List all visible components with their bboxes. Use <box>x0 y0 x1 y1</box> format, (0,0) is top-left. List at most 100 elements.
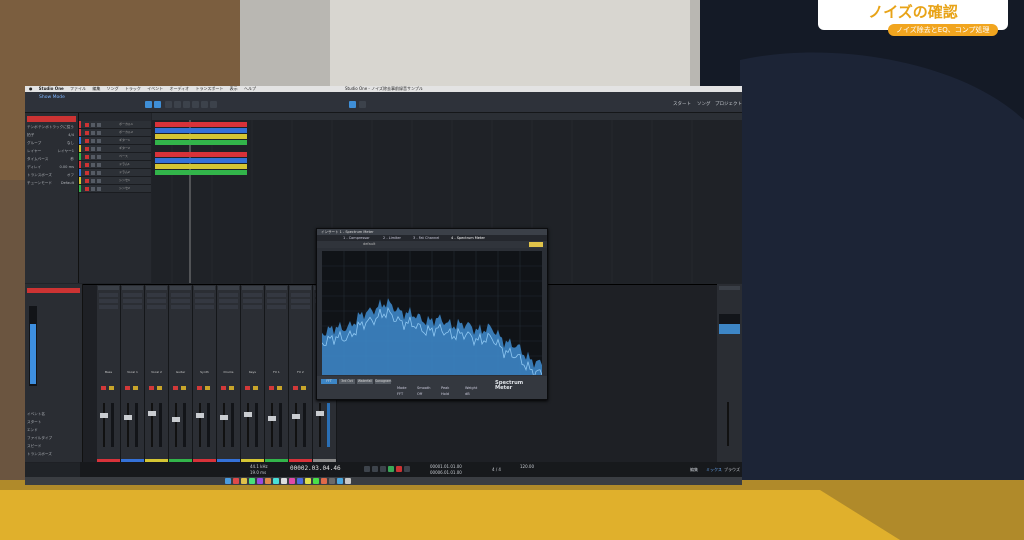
track-header[interactable]: ギター2 <box>79 145 151 153</box>
track-header[interactable]: ドラム1 <box>79 161 151 169</box>
mixer-channel[interactable]: Bass <box>97 285 121 463</box>
audio-clip[interactable] <box>155 140 247 145</box>
inspector-row[interactable]: グループ なし <box>27 141 76 148</box>
mixer-channel[interactable]: Keys <box>241 285 265 463</box>
control-value[interactable]: FFT <box>397 392 403 396</box>
control-value[interactable]: Off <box>417 392 422 396</box>
spectrum-meter-window[interactable]: インサート 1 - Spectrum Meter 1 - Compressor … <box>316 228 548 400</box>
mixer-channel[interactable]: Drums <box>217 285 241 463</box>
channel-header[interactable] <box>27 288 80 293</box>
inspector-row[interactable]: ディレイ 0.00 ms <box>27 165 76 172</box>
mix-tab[interactable]: ミックス <box>706 467 722 473</box>
menu-help[interactable]: ヘルプ <box>244 86 256 91</box>
arrow-tool-icon[interactable] <box>145 101 152 108</box>
inspector-row[interactable]: テンポ テンポトラックに従う <box>27 125 76 132</box>
start-page-tab[interactable]: スタート <box>673 101 691 107</box>
dock-app-icon[interactable] <box>305 478 311 484</box>
play-button[interactable] <box>388 466 394 472</box>
track-header[interactable]: ボーカル2 <box>79 129 151 137</box>
song-page-tab[interactable]: ソング <box>697 101 711 107</box>
preset-indicator[interactable] <box>529 242 543 247</box>
listen-tool-icon[interactable] <box>210 101 217 108</box>
menu-song[interactable]: ソング <box>107 86 119 91</box>
track-header[interactable]: シンセ2 <box>79 185 151 193</box>
mixer-channel[interactable]: Synth <box>193 285 217 463</box>
third-octave-button[interactable]: 3rd Oct <box>339 379 355 384</box>
rewind-button[interactable] <box>364 466 370 472</box>
preset-name[interactable]: default <box>363 241 375 248</box>
track-header[interactable]: ドラム2 <box>79 169 151 177</box>
snap-toggle-icon[interactable] <box>349 101 356 108</box>
audio-clip[interactable] <box>155 170 247 175</box>
menu-file[interactable]: ファイル <box>70 86 86 91</box>
inspector-row[interactable]: チューンモード Default <box>27 181 76 188</box>
dock-app-icon[interactable] <box>273 478 279 484</box>
record-button[interactable] <box>396 466 402 472</box>
eraser-tool-icon[interactable] <box>174 101 181 108</box>
audio-clip[interactable] <box>155 158 247 163</box>
inspector-row[interactable]: タイムベース秒 <box>27 157 76 164</box>
mixer-channel[interactable]: FX 1 <box>265 285 289 463</box>
inspector-row[interactable]: レイヤー レイヤー1 <box>27 149 76 156</box>
split-tool-icon[interactable] <box>165 101 172 108</box>
timeline-ruler[interactable] <box>152 113 742 120</box>
control-value[interactable]: dB <box>465 392 470 396</box>
dock-app-icon[interactable] <box>225 478 231 484</box>
dock-app-icon[interactable] <box>281 478 287 484</box>
dock-app-icon[interactable] <box>321 478 327 484</box>
apple-icon[interactable]: ● <box>29 86 33 91</box>
mixer-channel[interactable]: Vocal 2 <box>145 285 169 463</box>
track-header[interactable]: ベース <box>79 153 151 161</box>
track-header[interactable]: ギター1 <box>79 137 151 145</box>
menu-audio[interactable]: オーディオ <box>169 86 189 91</box>
track-header[interactable]: ボーカル1 <box>79 121 151 129</box>
dock-app-icon[interactable] <box>233 478 239 484</box>
control-value[interactable]: Hold <box>441 392 449 396</box>
menu-transport[interactable]: トランスポート <box>195 86 223 91</box>
loop-button[interactable] <box>404 466 410 472</box>
dock-app-icon[interactable] <box>337 478 343 484</box>
dock-app-icon[interactable] <box>329 478 335 484</box>
dock-app-icon[interactable] <box>241 478 247 484</box>
dock-app-icon[interactable] <box>297 478 303 484</box>
audio-clip[interactable] <box>155 152 247 157</box>
audio-clip[interactable] <box>155 164 247 169</box>
audio-clip[interactable] <box>155 122 247 127</box>
edit-tab[interactable]: 編集 <box>690 467 698 473</box>
menu-view[interactable]: 表示 <box>230 86 238 91</box>
menu-track[interactable]: トラック <box>125 86 141 91</box>
bend-tool-icon[interactable] <box>201 101 208 108</box>
inspector-row[interactable]: トランスポーズ オフ <box>27 173 76 180</box>
tempo[interactable]: 120.00 <box>520 464 534 469</box>
dock-app-icon[interactable] <box>257 478 263 484</box>
dock-app-icon[interactable] <box>313 478 319 484</box>
audio-clip[interactable] <box>155 128 247 133</box>
paint-tool-icon[interactable] <box>183 101 190 108</box>
fft-button[interactable]: FFT <box>321 379 337 384</box>
menu-edit[interactable]: 編集 <box>92 86 100 91</box>
mute-tool-icon[interactable] <box>192 101 199 108</box>
browse-tab[interactable]: ブラウズ <box>724 467 740 473</box>
project-page-tab[interactable]: プロジェクト <box>715 101 742 107</box>
menu-app[interactable]: Studio One <box>39 86 64 91</box>
audio-clip[interactable] <box>155 134 247 139</box>
mixer-channel[interactable]: FX 2 <box>289 285 313 463</box>
mixer-channel[interactable]: Vocal 1 <box>121 285 145 463</box>
dock-app-icon[interactable] <box>345 478 351 484</box>
time-signature[interactable]: 4 / 4 <box>492 467 501 472</box>
track-header[interactable]: シンセ1 <box>79 177 151 185</box>
inspector-row[interactable]: 拍子 4/4 <box>27 133 76 140</box>
dock-app-icon[interactable] <box>265 478 271 484</box>
sonogram-button[interactable]: Sonogram <box>375 379 391 384</box>
inspector-header[interactable] <box>27 116 76 122</box>
menu-event[interactable]: イベント <box>147 86 163 91</box>
waterfall-button[interactable]: Waterfall <box>357 379 373 384</box>
show-mode-label[interactable]: Show Mode <box>39 95 65 100</box>
stop-button[interactable] <box>380 466 386 472</box>
mixer-channel[interactable]: Guitar <box>169 285 193 463</box>
dock-app-icon[interactable] <box>249 478 255 484</box>
right-locator[interactable]: 00006.01.01.00 <box>430 470 462 475</box>
forward-button[interactable] <box>372 466 378 472</box>
quantize-icon[interactable] <box>359 101 366 108</box>
left-locator[interactable]: 00001.01.01.00 <box>430 464 462 469</box>
